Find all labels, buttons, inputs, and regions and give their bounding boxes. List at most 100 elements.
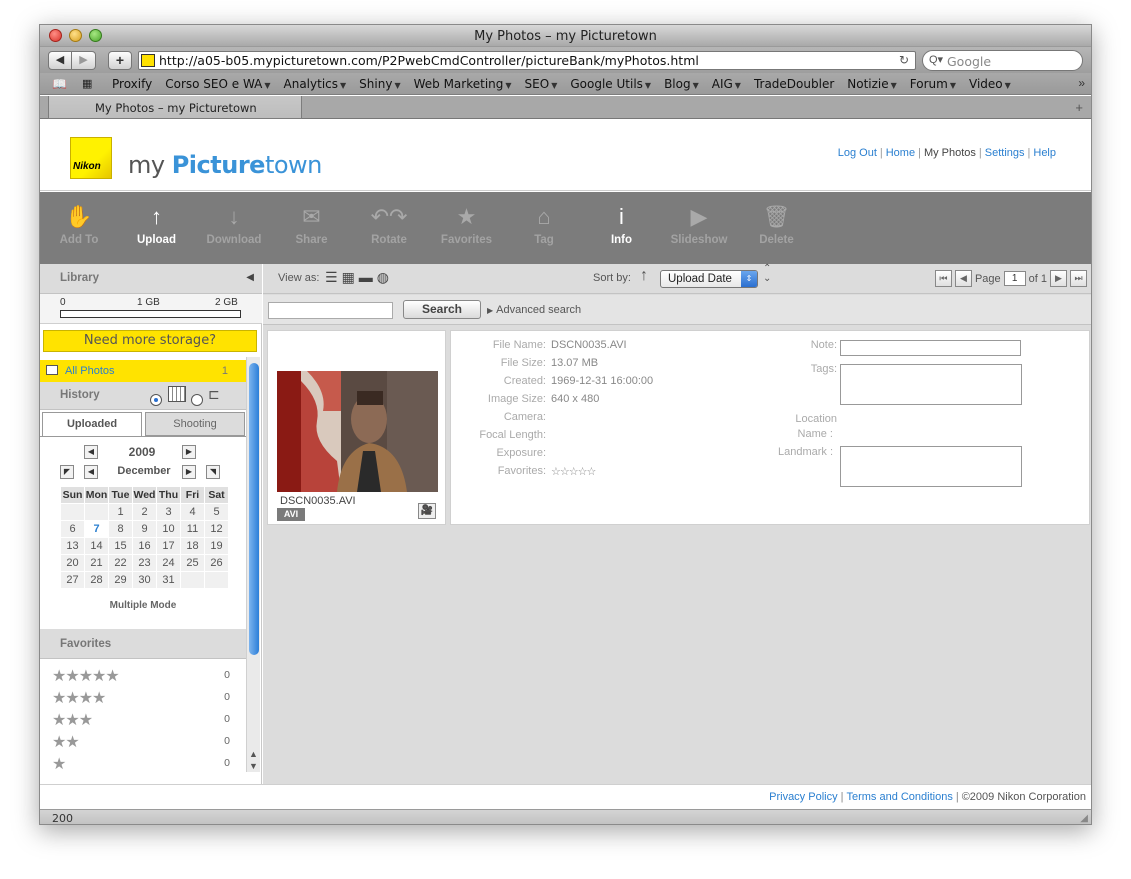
tab-shooting[interactable]: Shooting — [145, 412, 245, 436]
advanced-search-link[interactable]: ▶ Advanced search — [487, 304, 581, 316]
tab-my-photos[interactable]: My Photos – my Picturetown — [48, 96, 302, 119]
calendar-day[interactable]: 14 — [85, 538, 108, 554]
calendar-day[interactable]: 3 — [157, 504, 180, 520]
favorites-rating-row[interactable]: ★ 0 — [52, 754, 230, 774]
list-view-icon[interactable]: ☰ — [325, 269, 338, 286]
logout-link[interactable]: Log Out — [838, 147, 877, 159]
calendar-day[interactable]: 28 — [85, 572, 108, 588]
bookmark-item[interactable]: Corso SEO e WA ▼ — [165, 77, 270, 91]
calendar-day[interactable]: 5 — [205, 504, 228, 520]
last-month-button[interactable]: ◥ — [206, 465, 220, 479]
open-book-icon[interactable]: 📖 — [52, 77, 67, 91]
browser-search-field[interactable]: Q▾ Google — [922, 50, 1083, 71]
photo-search-input[interactable] — [268, 302, 393, 319]
bookmark-item[interactable]: Video ▼ — [969, 77, 1011, 91]
globe-view-icon[interactable]: ◍ — [377, 269, 389, 286]
new-tab-icon[interactable]: + — [1075, 100, 1083, 115]
bookmark-item[interactable]: AIG ▼ — [712, 77, 741, 91]
calendar-day[interactable]: 27 — [61, 572, 84, 588]
action-rotate-button[interactable]: ↶↷ Rotate — [349, 202, 429, 246]
calendar-day[interactable]: 18 — [181, 538, 204, 554]
sidebar-scrollbar[interactable]: ▲ ▼ — [246, 357, 260, 772]
need-more-storage-button[interactable]: Need more storage? — [43, 330, 257, 352]
photo-thumbnail-card[interactable]: DSCN0035.AVI AVI 🎥 — [267, 330, 446, 525]
action-share-button[interactable]: ✉ Share — [272, 202, 352, 246]
calendar-day[interactable]: 19 — [205, 538, 228, 554]
bookmark-item[interactable]: Proxify — [112, 77, 152, 91]
first-month-button[interactable]: ◤ — [60, 465, 74, 479]
calendar-day[interactable]: 20 — [61, 555, 84, 571]
note-input[interactable] — [840, 340, 1021, 356]
action-upload-button[interactable]: ↑ Upload — [117, 202, 197, 246]
calendar-day[interactable]: 16 — [133, 538, 156, 554]
tab-uploaded[interactable]: Uploaded — [42, 412, 142, 436]
all-photos-item[interactable]: All Photos 1 — [40, 360, 246, 382]
nikon-logo[interactable]: Nikon — [70, 137, 112, 179]
calendar-day[interactable]: 30 — [133, 572, 156, 588]
landmark-textarea[interactable] — [840, 446, 1022, 487]
last-page-button[interactable]: ⏭ — [1070, 270, 1087, 287]
calendar-day[interactable]: 11 — [181, 521, 204, 537]
bookmark-item[interactable]: SEO ▼ — [525, 77, 558, 91]
calendar-day[interactable]: 8 — [109, 521, 132, 537]
tags-textarea[interactable] — [840, 364, 1022, 405]
grid-view-icon[interactable]: ▦ — [342, 269, 355, 286]
next-page-button[interactable]: ▶ — [1050, 270, 1067, 287]
action-favorites-button[interactable]: ★ Favorites — [427, 202, 507, 246]
calendar-day[interactable]: 24 — [157, 555, 180, 571]
address-bar[interactable]: http://a05-b05.mypicturetown.com/P2PwebC… — [138, 51, 916, 70]
calendar-day[interactable]: 31 — [157, 572, 180, 588]
settings-link[interactable]: Settings — [985, 147, 1025, 159]
calendar-day[interactable]: 12 — [205, 521, 228, 537]
collapse-sidebar-icon[interactable]: ◀ — [246, 272, 254, 283]
calendar-day[interactable]: 9 — [133, 521, 156, 537]
prev-year-button[interactable]: ◀ — [84, 445, 98, 459]
calendar-day[interactable]: 1 — [109, 504, 132, 520]
favorites-rating-row[interactable]: ★★★★★ 0 — [52, 666, 230, 686]
action-info-button[interactable]: i Info — [582, 202, 662, 246]
bookmark-item[interactable]: TradeDoubler — [754, 77, 834, 91]
calendar-day[interactable]: 4 — [181, 504, 204, 520]
next-month-button[interactable]: ▶ — [182, 465, 196, 479]
tree-view-radio[interactable] — [191, 394, 203, 406]
bookmark-item[interactable]: Web Marketing ▼ — [414, 77, 512, 91]
sort-select[interactable]: Upload Date ⇕ — [660, 270, 758, 288]
page-input[interactable]: 1 — [1003, 271, 1026, 286]
calendar-day[interactable]: 6 — [61, 521, 84, 537]
bookmark-item[interactable]: Blog ▼ — [664, 77, 699, 91]
photo-thumbnail-image[interactable] — [277, 371, 438, 492]
help-link[interactable]: Help — [1033, 147, 1056, 159]
calendar-day[interactable]: 26 — [205, 555, 228, 571]
calendar-day[interactable]: 13 — [61, 538, 84, 554]
bookmark-item[interactable]: Shiny ▼ — [359, 77, 400, 91]
calendar-day[interactable]: 29 — [109, 572, 132, 588]
terms-link[interactable]: Terms and Conditions — [846, 791, 952, 803]
action-delete-button[interactable]: 🗑 Delete — [737, 202, 817, 246]
filmstrip-view-icon[interactable]: ▬ — [359, 269, 373, 286]
action-tag-button[interactable]: ⌂ Tag — [504, 202, 584, 246]
bookmark-item[interactable]: Analytics ▼ — [284, 77, 347, 91]
favorites-rating-row[interactable]: ★★★★ 0 — [52, 688, 230, 708]
calendar-view-radio[interactable] — [150, 394, 162, 406]
calendar-day[interactable]: 7 — [85, 521, 108, 537]
calendar-day[interactable]: 21 — [85, 555, 108, 571]
resize-grip-icon[interactable]: ◢ — [1080, 813, 1088, 824]
action-add-to-button[interactable]: ✋ Add To — [40, 202, 119, 246]
bookmark-item[interactable]: Google Utils ▼ — [570, 77, 651, 91]
favorites-rating-row[interactable]: ★★★ 0 — [52, 710, 230, 730]
reload-icon[interactable]: ↻ — [899, 53, 909, 67]
calendar-day[interactable]: 22 — [109, 555, 132, 571]
home-link[interactable]: Home — [886, 147, 915, 159]
first-page-button[interactable]: ⏮ — [934, 270, 952, 287]
favorites-rating-row[interactable]: ★★ 0 — [52, 732, 230, 752]
favorite-stars-input[interactable]: ☆☆☆☆☆ — [551, 465, 596, 478]
calendar-day[interactable]: 15 — [109, 538, 132, 554]
scroll-down-arrow-icon[interactable]: ▼ — [249, 761, 258, 771]
action-slideshow-button[interactable]: ▶ Slideshow — [659, 202, 739, 246]
scrollbar-thumb[interactable] — [249, 363, 259, 655]
calendar-day[interactable]: 2 — [133, 504, 156, 520]
bookmark-item[interactable]: Notizie ▼ — [847, 77, 897, 91]
bookmark-item[interactable]: Forum ▼ — [910, 77, 956, 91]
calendar-day[interactable]: 17 — [157, 538, 180, 554]
add-bookmark-button[interactable]: + — [108, 51, 132, 70]
